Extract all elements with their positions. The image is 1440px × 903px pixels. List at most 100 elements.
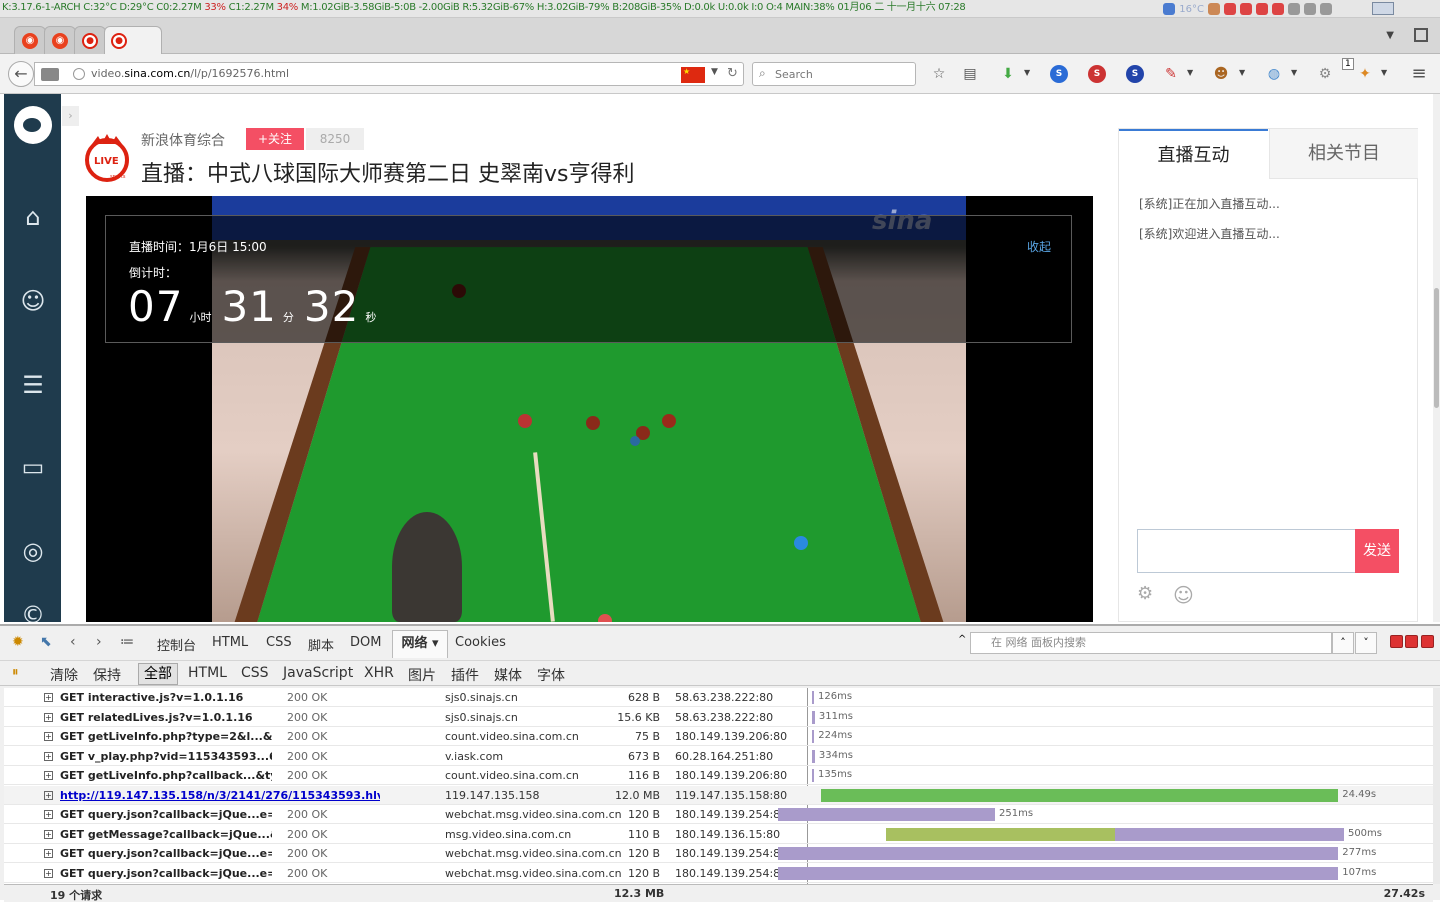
collapse-caret-icon[interactable]: ^: [958, 634, 966, 645]
network-request-row[interactable]: + GET v_play.php?vid=115343593...6f03: 200…: [4, 747, 1433, 766]
expand-row-icon[interactable]: +: [44, 751, 53, 761]
filter-images[interactable]: 图片: [408, 665, 436, 685]
extension-icon[interactable]: S: [1126, 65, 1144, 83]
detach-button[interactable]: [1405, 635, 1418, 648]
network-request-row[interactable]: + GET getLiveInfo.php?type=2&l...&ran= 200…: [4, 727, 1433, 746]
eye-logo-icon[interactable]: [14, 106, 52, 144]
dropdown-arrow[interactable]: ▼: [1239, 68, 1245, 77]
filter-media[interactable]: 媒体: [494, 665, 522, 685]
eye-icon[interactable]: ◎: [18, 536, 48, 566]
expand-row-icon[interactable]: +: [44, 810, 53, 819]
collapse-link[interactable]: 收起: [1027, 238, 1051, 255]
network-request-row[interactable]: + GET getMessage?callback=jQue...&typ 200 …: [4, 825, 1433, 844]
bookmarks-list-icon[interactable]: ▤: [961, 65, 979, 83]
network-request-row[interactable]: + GET query.json?callback=jQue...e=&pic 20…: [4, 805, 1433, 824]
network-request-row[interactable]: + GET relatedLives.js?v=1.0.1.16 200 OK sjs…: [4, 708, 1433, 727]
tab-dom[interactable]: DOM: [350, 635, 381, 650]
network-request-row[interactable]: + GET interactive.js?v=1.0.1.16 200 OK sjs0…: [4, 688, 1433, 707]
tab-script[interactable]: 脚本: [308, 635, 334, 654]
search-next-button[interactable]: ˅: [1355, 632, 1377, 654]
china-flag-icon[interactable]: [681, 67, 705, 83]
request-url[interactable]: GET getMessage?callback=jQue...&typ: [60, 828, 272, 841]
expand-row-icon[interactable]: +: [44, 829, 53, 839]
request-url[interactable]: GET v_play.php?vid=115343593...6f03:: [60, 750, 272, 763]
addon-icon[interactable]: ✦: [1356, 65, 1374, 83]
network-request-row[interactable]: + GET query.json?callback=jQue...e=&pic 20…: [4, 844, 1433, 863]
request-url[interactable]: GET query.json?callback=jQue...e=&pic: [60, 808, 272, 821]
extension-icon[interactable]: S: [1088, 65, 1106, 83]
pause-icon[interactable]: ⏸: [12, 665, 19, 680]
request-url[interactable]: GET relatedLives.js?v=1.0.1.16: [60, 711, 272, 724]
url-bar[interactable]: video.sina.com.cn/l/p/1692576.html ▼ ↻: [34, 62, 744, 86]
request-url[interactable]: http://119.147.135.158/n/3/2141/276/1153…: [60, 789, 380, 802]
tray-icon[interactable]: [1304, 3, 1316, 15]
tab-list-dropdown-icon[interactable]: ▼: [1386, 30, 1394, 41]
tab-cookies[interactable]: Cookies: [455, 635, 506, 650]
video-player[interactable]: sina 直播时间：1月6日 15:00 倒计时： 收起 07小时31分32秒: [86, 196, 1093, 622]
dropdown-arrow[interactable]: ▼: [1024, 68, 1030, 77]
send-button[interactable]: 发送: [1355, 529, 1399, 573]
firebug-icon[interactable]: ✹: [12, 634, 24, 650]
tray-icon[interactable]: [1272, 3, 1284, 15]
close-button[interactable]: [1421, 635, 1434, 648]
tab-related-programs[interactable]: 相关节目: [1269, 129, 1418, 179]
settings-gear-icon[interactable]: ⚙: [1137, 583, 1153, 604]
home-icon[interactable]: ⌂: [18, 202, 48, 232]
tab-css[interactable]: CSS: [266, 635, 292, 650]
network-request-row[interactable]: + http://119.147.135.158/n/3/2141/276/115…: [4, 785, 1433, 805]
dropdown-arrow[interactable]: ▼: [1381, 68, 1387, 77]
pdf-icon[interactable]: ✎: [1162, 65, 1180, 83]
dropdown-arrow[interactable]: ▼: [1187, 68, 1193, 77]
tray-icon[interactable]: [1288, 3, 1300, 15]
back-arrow-icon[interactable]: ‹: [70, 634, 76, 650]
download-icon[interactable]: ⬇: [999, 65, 1017, 83]
devtools-search-input[interactable]: 在 网络 面板内搜索: [970, 632, 1332, 654]
network-scrollbar[interactable]: [1433, 688, 1440, 884]
expand-row-icon[interactable]: +: [44, 732, 53, 741]
network-request-row[interactable]: + GET getLiveInfo.php?callback...&type= 20…: [4, 766, 1433, 785]
monkey-icon[interactable]: ☻: [1212, 65, 1230, 83]
bookmark-star-icon[interactable]: ☆: [930, 65, 948, 83]
tray-icon[interactable]: [1208, 3, 1220, 15]
emoji-icon[interactable]: ☺: [1173, 583, 1194, 607]
request-url[interactable]: GET interactive.js?v=1.0.1.16: [60, 691, 272, 704]
request-url[interactable]: GET query.json?callback=jQue...e=&pic: [60, 867, 272, 880]
browser-tab-active[interactable]: ●: [104, 26, 162, 54]
tab-html[interactable]: HTML: [212, 635, 248, 650]
tv-icon[interactable]: ▭: [18, 452, 48, 482]
user-icon[interactable]: ☺: [18, 286, 48, 316]
tray-icon[interactable]: [1224, 3, 1236, 15]
search-prev-button[interactable]: ˄: [1332, 632, 1354, 654]
channel-name[interactable]: 新浪体育综合: [141, 130, 225, 150]
follow-button[interactable]: +关注: [246, 128, 304, 150]
back-button[interactable]: ←: [8, 61, 34, 87]
expand-row-icon[interactable]: +: [44, 790, 53, 800]
tray-icon[interactable]: [1240, 3, 1252, 15]
filter-html[interactable]: HTML: [188, 665, 227, 681]
list-icon[interactable]: ☰: [18, 370, 48, 400]
copyright-icon[interactable]: ©: [18, 600, 48, 622]
tray-icon[interactable]: [1163, 3, 1176, 15]
browser-tab[interactable]: ◉: [44, 26, 76, 54]
url-text[interactable]: video.sina.com.cn/l/p/1692576.html: [91, 67, 289, 80]
extension-icon[interactable]: ⚙: [1316, 65, 1334, 83]
expand-row-icon[interactable]: +: [44, 849, 53, 858]
url-dropdown-icon[interactable]: ▼: [711, 67, 718, 77]
request-url[interactable]: GET getLiveInfo.php?callback...&type=: [60, 769, 272, 782]
filter-all[interactable]: 全部: [138, 663, 178, 685]
browser-tab[interactable]: ●: [74, 26, 106, 54]
filter-javascript[interactable]: JavaScript: [283, 665, 353, 681]
inspect-icon[interactable]: ⬉: [40, 634, 52, 650]
workspace-switcher[interactable]: [1372, 2, 1394, 15]
extension-icon[interactable]: S: [1050, 65, 1068, 83]
tray-icon[interactable]: [1320, 3, 1332, 15]
expand-icon[interactable]: ›: [62, 106, 79, 126]
forward-arrow-icon[interactable]: ›: [96, 634, 102, 650]
filter-css[interactable]: CSS: [241, 665, 269, 681]
filter-fonts[interactable]: 字体: [537, 665, 565, 685]
tab-console[interactable]: 控制台: [157, 635, 196, 654]
minimize-button[interactable]: [1390, 635, 1403, 648]
globe-icon[interactable]: ◍: [1265, 65, 1283, 83]
tab-live-interaction[interactable]: 直播互动: [1119, 129, 1268, 179]
filter-xhr[interactable]: XHR: [364, 665, 394, 681]
